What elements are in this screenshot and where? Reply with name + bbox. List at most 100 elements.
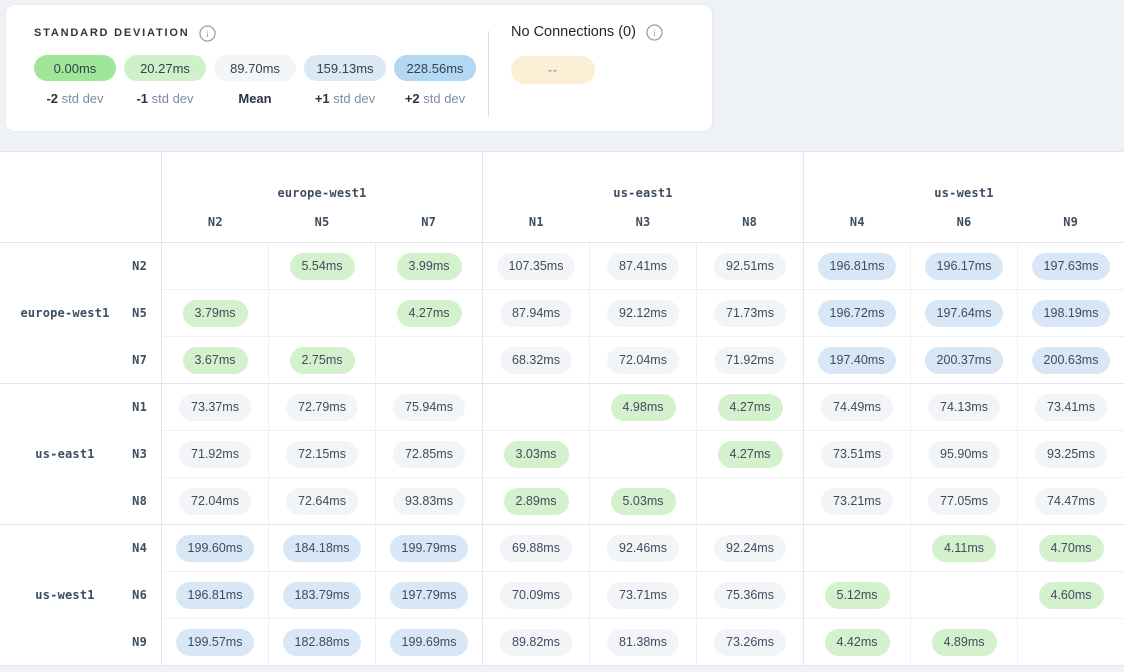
column-group-nodes: N2N5N7 (162, 215, 482, 229)
latency-cell: 197.40ms (803, 336, 910, 383)
latency-value-pill: 3.67ms (183, 347, 248, 374)
row-group-name: us-west1 (0, 588, 130, 602)
latency-value-pill: 81.38ms (607, 629, 679, 656)
latency-value-pill: 3.79ms (183, 300, 248, 327)
latency-value-pill: 4.70ms (1039, 535, 1104, 562)
latency-value-pill: 74.13ms (928, 394, 1000, 421)
latency-value-pill: 196.81ms (176, 582, 255, 609)
latency-cell: 3.79ms (161, 289, 268, 336)
latency-value-pill: 71.73ms (714, 300, 786, 327)
latency-value-pill: 183.79ms (283, 582, 362, 609)
latency-cell: 183.79ms (268, 571, 375, 618)
latency-cell: 71.92ms (161, 430, 268, 477)
latency-cell: 81.38ms (589, 618, 696, 665)
latency-value-pill: 107.35ms (497, 253, 576, 280)
column-node-label: N1 (483, 215, 590, 229)
column-group-header: europe-west1 N2N5N7 (161, 152, 482, 242)
row-node-label: N8 (132, 494, 147, 508)
latency-value-pill: 200.37ms (925, 347, 1004, 374)
latency-cell: 2.75ms (268, 336, 375, 383)
latency-cell: 72.85ms (375, 430, 482, 477)
latency-value-pill: 89.82ms (500, 629, 572, 656)
row-node-label: N1 (132, 400, 147, 414)
latency-value-pill: 4.89ms (932, 629, 997, 656)
latency-cell: 197.64ms (910, 289, 1017, 336)
info-circle-icon[interactable]: i (646, 24, 663, 41)
column-group-nodes: N1N3N8 (483, 215, 803, 229)
latency-value-pill: 197.79ms (390, 582, 469, 609)
latency-value-pill: 199.57ms (176, 629, 255, 656)
latency-cell: 198.19ms (1017, 289, 1124, 336)
latency-cell: 4.27ms (375, 289, 482, 336)
latency-value-pill: 4.27ms (718, 394, 783, 421)
latency-cell: 77.05ms (910, 477, 1017, 524)
row-label-cell: N1 (0, 383, 161, 430)
latency-value-pill: 3.99ms (397, 253, 462, 280)
stddev-stop-pill: 89.70ms (214, 55, 296, 81)
stddev-stop-pill: 228.56ms (394, 55, 476, 81)
latency-cell (375, 336, 482, 383)
latency-value-pill: 71.92ms (714, 347, 786, 374)
latency-cell (803, 524, 910, 571)
latency-value-pill: 182.88ms (283, 629, 362, 656)
row-label-cell: N7 (0, 336, 161, 383)
stddev-legend: STANDARD DEVIATION i 0.00ms-2 std dev20.… (34, 24, 476, 106)
column-group-name: us-west1 (804, 186, 1124, 200)
latency-cell: 196.72ms (803, 289, 910, 336)
info-circle-icon[interactable]: i (199, 25, 216, 42)
latency-value-pill: 184.18ms (283, 535, 362, 562)
latency-value-pill: 87.94ms (500, 300, 572, 327)
latency-cell: 196.81ms (803, 242, 910, 289)
latency-value-pill: 3.03ms (504, 441, 569, 468)
latency-cell: 5.03ms (589, 477, 696, 524)
stddev-stop-pill: 159.13ms (304, 55, 386, 81)
stddev-stop-label: Mean (238, 91, 271, 106)
latency-cell: 93.25ms (1017, 430, 1124, 477)
latency-cell (696, 477, 803, 524)
latency-cell: 4.42ms (803, 618, 910, 665)
latency-cell: 93.83ms (375, 477, 482, 524)
latency-cell: 75.36ms (696, 571, 803, 618)
latency-cell: 196.17ms (910, 242, 1017, 289)
latency-value-pill: 73.51ms (821, 441, 893, 468)
latency-cell: 3.03ms (482, 430, 589, 477)
column-node-label: N6 (911, 215, 1018, 229)
latency-cell: 92.51ms (696, 242, 803, 289)
latency-value-pill: 73.26ms (714, 629, 786, 656)
latency-cell: 92.24ms (696, 524, 803, 571)
column-node-label: N3 (590, 215, 697, 229)
stddev-stop-pill: 20.27ms (124, 55, 206, 81)
column-node-label: N2 (162, 215, 269, 229)
latency-value-pill: 199.69ms (390, 629, 469, 656)
latency-cell: 4.89ms (910, 618, 1017, 665)
latency-cell: 92.46ms (589, 524, 696, 571)
latency-value-pill: 5.54ms (290, 253, 355, 280)
column-node-label: N5 (269, 215, 376, 229)
latency-cell: 72.64ms (268, 477, 375, 524)
latency-value-pill: 73.37ms (179, 394, 251, 421)
latency-value-pill: 93.25ms (1035, 441, 1107, 468)
latency-cell: 71.92ms (696, 336, 803, 383)
latency-cell: 4.98ms (589, 383, 696, 430)
column-group-name: europe-west1 (162, 186, 482, 200)
latency-value-pill: 92.46ms (607, 535, 679, 562)
latency-value-pill: 2.75ms (290, 347, 355, 374)
latency-value-pill: 72.85ms (393, 441, 465, 468)
latency-cell (910, 571, 1017, 618)
row-label-cell: N8 (0, 477, 161, 524)
latency-value-pill: 73.41ms (1035, 394, 1107, 421)
latency-cell: 182.88ms (268, 618, 375, 665)
latency-cell: 73.21ms (803, 477, 910, 524)
stddev-stop-label: +1 std dev (315, 91, 375, 106)
latency-cell: 72.15ms (268, 430, 375, 477)
latency-cell: 3.67ms (161, 336, 268, 383)
latency-value-pill: 70.09ms (500, 582, 572, 609)
latency-value-pill: 196.72ms (818, 300, 897, 327)
latency-cell: 75.94ms (375, 383, 482, 430)
latency-cell: 70.09ms (482, 571, 589, 618)
row-group-name: us-east1 (0, 447, 130, 461)
legend-divider (488, 31, 489, 117)
no-connections-title: No Connections (0) (511, 24, 636, 40)
latency-value-pill: 95.90ms (928, 441, 1000, 468)
latency-cell: 184.18ms (268, 524, 375, 571)
